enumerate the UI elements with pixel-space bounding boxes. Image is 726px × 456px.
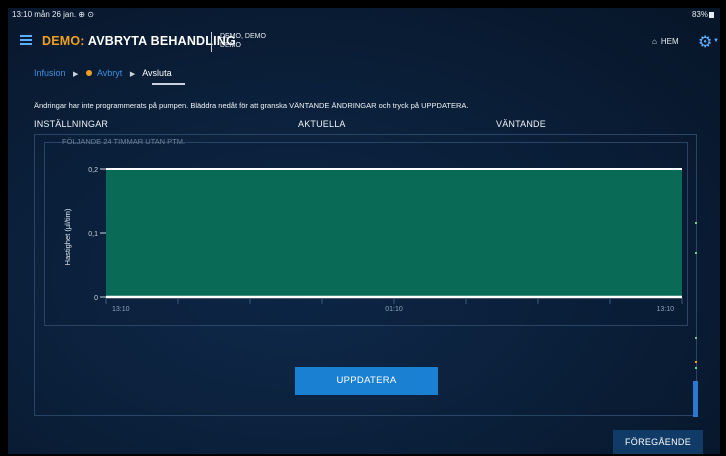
column-heading-pending: VÄNTANDE bbox=[496, 119, 546, 129]
warning-icon bbox=[85, 70, 92, 76]
breadcrumb-avsluta: Avsluta bbox=[142, 68, 172, 78]
info-message: Ändringar har inte programmerats på pump… bbox=[34, 101, 469, 110]
x-tick-label: 13:10 bbox=[112, 306, 130, 313]
status-time: 13:10 mån 26 jan. ⊕ ⊙ bbox=[12, 10, 94, 19]
header-divider bbox=[211, 32, 212, 52]
patient-id: DEMO bbox=[220, 42, 241, 49]
menu-icon[interactable] bbox=[20, 35, 32, 45]
update-button[interactable]: UPPDATERA bbox=[295, 367, 438, 395]
app-header: DEMO: AVBRYTA BEHANDLING DEMO, DEMO DEMO… bbox=[8, 26, 720, 60]
column-heading-current: AKTUELLA bbox=[298, 119, 346, 129]
title-prefix: DEMO: bbox=[42, 34, 85, 48]
home-label: HEM bbox=[660, 37, 679, 46]
column-heading-settings: INSTÄLLNINGAR bbox=[34, 119, 109, 129]
chevron-right-icon: ▶ bbox=[129, 71, 136, 78]
chevron-right-icon: ▶ bbox=[73, 71, 79, 78]
scroll-marker bbox=[695, 252, 697, 254]
patient-info: DEMO, DEMO DEMO bbox=[220, 32, 266, 50]
breadcrumb-avbryt[interactable]: Avbryt bbox=[97, 68, 122, 78]
scroll-marker bbox=[695, 222, 697, 224]
y-tick-label: 0,2 bbox=[88, 167, 98, 174]
battery-level: 83% bbox=[691, 10, 708, 19]
previous-button[interactable]: FÖREGÅENDE bbox=[613, 430, 703, 454]
battery-icon bbox=[709, 12, 714, 18]
active-step-underline bbox=[152, 83, 185, 85]
scroll-marker bbox=[695, 367, 697, 369]
scroll-thumb[interactable] bbox=[693, 381, 698, 417]
title-main: AVBRYTA BEHANDLING bbox=[87, 34, 236, 48]
y-tick-label: 0 bbox=[94, 295, 98, 302]
y-axis-label: Hastighet (µl/tim) bbox=[63, 208, 72, 265]
scroll-marker bbox=[695, 361, 697, 363]
patient-name: DEMO, DEMO bbox=[220, 33, 266, 40]
scroll-track[interactable] bbox=[692, 134, 700, 419]
y-tick-label: 0,1 bbox=[88, 231, 98, 238]
app-screen: 13:10 mån 26 jan. ⊕ ⊙ 83% DEMO: AVBRYTA … bbox=[8, 8, 720, 454]
chevron-down-icon[interactable]: ▼ bbox=[713, 38, 719, 44]
x-tick-label: 13:10 bbox=[656, 306, 674, 313]
scroll-marker bbox=[695, 337, 697, 339]
series-area bbox=[106, 169, 682, 297]
rate-chart: 0,2 0,1 0 13:10 01:10 13:10 Hastighet (µl/tim) bbox=[63, 167, 683, 313]
x-tick-label: 01:10 bbox=[385, 306, 403, 313]
breadcrumb-infusion[interactable]: Infusion bbox=[34, 68, 66, 78]
breadcrumb: Infusion ▶ Avbryt ▶ Avsluta bbox=[34, 68, 172, 78]
page-title: DEMO: AVBRYTA BEHANDLING bbox=[42, 34, 236, 48]
home-icon: ⌂ bbox=[652, 37, 657, 46]
status-bar: 13:10 mån 26 jan. ⊕ ⊙ 83% bbox=[8, 8, 720, 22]
battery-indicator: 83% bbox=[692, 10, 714, 19]
gear-icon[interactable]: ⚙ bbox=[698, 32, 712, 52]
home-button[interactable]: ⌂ HEM bbox=[652, 37, 679, 46]
